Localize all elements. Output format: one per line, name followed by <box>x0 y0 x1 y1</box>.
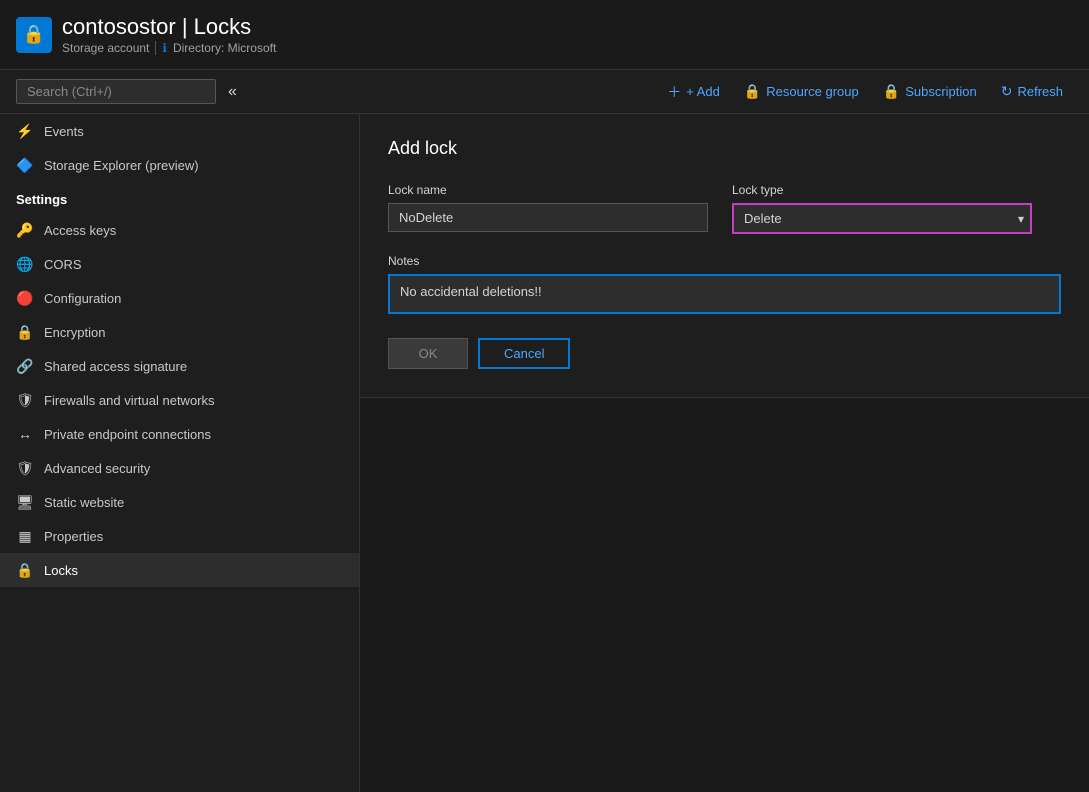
lock-type-label: Lock type <box>732 183 1032 197</box>
lock-name-input[interactable] <box>388 203 708 232</box>
ok-button[interactable]: OK <box>388 338 468 369</box>
lock-type-select[interactable]: Delete Read-only <box>732 203 1032 234</box>
subtitle-separator <box>155 41 156 55</box>
content-area: Add lock Lock name Lock type Delete Read… <box>360 114 1089 792</box>
toolbar: « ＋ + Add 🔒 Resource group 🔒 Subscriptio… <box>0 70 1089 114</box>
sidebar-item-label: Firewalls and virtual networks <box>44 393 215 408</box>
notes-input[interactable]: No accidental deletions!! <box>388 274 1061 314</box>
cors-icon: 🌐 <box>16 255 34 273</box>
events-icon: ⚡ <box>16 122 34 140</box>
header-subtitle: Storage account ℹ Directory: Microsoft <box>62 41 276 55</box>
sidebar-item-cors[interactable]: 🌐 CORS <box>0 247 359 281</box>
static-website-icon: 🖥 <box>16 493 34 511</box>
sidebar-item-label: CORS <box>44 257 82 272</box>
sidebar-item-locks[interactable]: 🔒 Locks <box>0 553 359 587</box>
settings-section-label: Settings <box>0 182 359 213</box>
private-endpoint-icon: ↔ <box>16 425 34 443</box>
sidebar-item-label: Storage Explorer (preview) <box>44 158 199 173</box>
main-layout: ⚡ Events 🔷 Storage Explorer (preview) Se… <box>0 114 1089 792</box>
header-title-group: contosostor | Locks Storage account ℹ Di… <box>62 14 276 54</box>
sidebar-item-encryption[interactable]: 🔒 Encryption <box>0 315 359 349</box>
sidebar-item-advanced-security[interactable]: 🛡 Advanced security <box>0 451 359 485</box>
sidebar-item-label: Shared access signature <box>44 359 187 374</box>
info-icon: ℹ <box>162 41 167 55</box>
lock-icon-subscription: 🔒 <box>883 83 900 100</box>
shared-access-icon: 🔗 <box>16 357 34 375</box>
resource-group-label: Resource group <box>766 84 859 99</box>
resource-type-label: Storage account <box>62 41 149 55</box>
form-actions: OK Cancel <box>388 338 1061 369</box>
configuration-icon: 🔴 <box>16 289 34 307</box>
refresh-button[interactable]: ↻ Refresh <box>991 79 1073 104</box>
toolbar-actions: ＋ + Add 🔒 Resource group 🔒 Subscription … <box>657 78 1073 106</box>
sidebar-item-shared-access-signature[interactable]: 🔗 Shared access signature <box>0 349 359 383</box>
sidebar-item-label: Properties <box>44 529 103 544</box>
sidebar-item-label: Static website <box>44 495 124 510</box>
page-title: contosostor | Locks <box>62 14 276 40</box>
lock-type-select-wrapper: Delete Read-only ▾ <box>732 203 1032 234</box>
cancel-button[interactable]: Cancel <box>478 338 570 369</box>
sidebar-item-label: Locks <box>44 563 78 578</box>
add-button[interactable]: ＋ + Add <box>657 78 730 106</box>
sidebar-item-events[interactable]: ⚡ Events <box>0 114 359 148</box>
encryption-icon: 🔒 <box>16 323 34 341</box>
notes-field: Notes No accidental deletions!! <box>388 254 1061 314</box>
search-input[interactable] <box>16 79 216 104</box>
sidebar-item-private-endpoint[interactable]: ↔ Private endpoint connections <box>0 417 359 451</box>
collapse-button[interactable]: « <box>220 79 245 105</box>
sidebar-item-firewalls[interactable]: 🛡 Firewalls and virtual networks <box>0 383 359 417</box>
add-icon: ＋ <box>667 82 681 102</box>
storage-explorer-icon: 🔷 <box>16 156 34 174</box>
sidebar-item-label: Advanced security <box>44 461 150 476</box>
header: 🔒 contosostor | Locks Storage account ℹ … <box>0 0 1089 70</box>
firewalls-icon: 🛡 <box>16 391 34 409</box>
sidebar-item-configuration[interactable]: 🔴 Configuration <box>0 281 359 315</box>
sidebar-item-label: Events <box>44 124 84 139</box>
sidebar-item-properties[interactable]: ▦ Properties <box>0 519 359 553</box>
lock-type-field: Lock type Delete Read-only ▾ <box>732 183 1032 234</box>
sidebar-item-storage-explorer[interactable]: 🔷 Storage Explorer (preview) <box>0 148 359 182</box>
add-label: + Add <box>686 84 720 99</box>
subscription-button[interactable]: 🔒 Subscription <box>873 79 987 104</box>
refresh-icon: ↻ <box>1001 83 1013 100</box>
sidebar: ⚡ Events 🔷 Storage Explorer (preview) Se… <box>0 114 360 792</box>
subscription-label: Subscription <box>905 84 977 99</box>
empty-content-area <box>360 398 1089 698</box>
directory-label: Directory: Microsoft <box>173 41 276 55</box>
access-keys-icon: 🔑 <box>16 221 34 239</box>
sidebar-item-label: Access keys <box>44 223 116 238</box>
notes-label: Notes <box>388 254 1061 268</box>
lock-name-label: Lock name <box>388 183 708 197</box>
form-row-top: Lock name Lock type Delete Read-only ▾ <box>388 183 1061 234</box>
lock-name-field: Lock name <box>388 183 708 234</box>
sidebar-item-label: Configuration <box>44 291 121 306</box>
resource-group-button[interactable]: 🔒 Resource group <box>734 79 869 104</box>
lock-icon-resource-group: 🔒 <box>744 83 761 100</box>
panel-title: Add lock <box>388 138 1061 159</box>
locks-icon: 🔒 <box>16 561 34 579</box>
sidebar-item-access-keys[interactable]: 🔑 Access keys <box>0 213 359 247</box>
sidebar-item-static-website[interactable]: 🖥 Static website <box>0 485 359 519</box>
advanced-security-icon: 🛡 <box>16 459 34 477</box>
sidebar-item-label: Encryption <box>44 325 105 340</box>
sidebar-item-label: Private endpoint connections <box>44 427 211 442</box>
resource-icon: 🔒 <box>16 17 52 53</box>
refresh-label: Refresh <box>1017 84 1063 99</box>
properties-icon: ▦ <box>16 527 34 545</box>
add-lock-panel: Add lock Lock name Lock type Delete Read… <box>360 114 1089 398</box>
